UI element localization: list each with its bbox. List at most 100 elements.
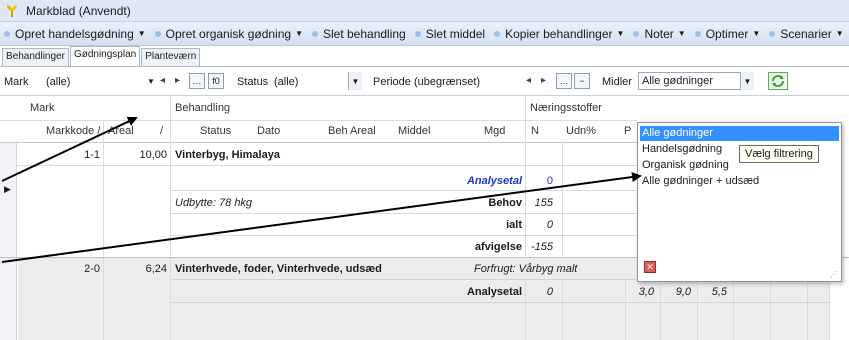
column-header-udn[interactable]: Udn% <box>566 125 596 137</box>
chevron-down-icon: ▼ <box>616 29 625 38</box>
row-divider <box>17 165 637 166</box>
row1-behov-n: 155 <box>534 197 553 209</box>
row1-crop[interactable]: Vinterbyg, Himalaya <box>175 149 280 161</box>
toolbar-item-label: Scenarier <box>780 26 832 41</box>
midler-select[interactable]: Alle gødninger <box>638 72 754 90</box>
arrow-left-icon[interactable]: ◂ <box>526 75 531 86</box>
midler-dropdown-button[interactable]: ▼ <box>740 72 754 90</box>
bullet-icon <box>633 30 640 37</box>
row2-analysetal-label: Analysetal <box>466 286 522 298</box>
column-line <box>807 279 808 340</box>
header-divider <box>0 120 637 121</box>
f0-button[interactable]: f0 <box>208 73 224 89</box>
row2-areal[interactable]: 6,24 <box>110 263 167 275</box>
column-header-sort[interactable]: / <box>160 125 163 137</box>
row2-value-3: 5,5 <box>711 286 727 298</box>
column-line <box>170 258 171 340</box>
midler-filter-label: Midler <box>602 76 632 88</box>
filter-bar: Mark (alle) ▼ ◂ ▸ … f0 Status (alle) ▼ P… <box>0 68 849 96</box>
row-divider <box>170 235 637 236</box>
bullet-icon <box>769 30 776 37</box>
close-icon[interactable]: ✕ <box>644 261 656 273</box>
resize-grip-icon[interactable]: ⋰ <box>830 270 838 279</box>
periode-ellipsis-button[interactable]: … <box>556 73 572 89</box>
bullet-icon <box>694 30 701 37</box>
row1-udbytte: Udbytte: 78 hkg <box>175 197 253 209</box>
tab-godningsplan[interactable]: Gødningsplan <box>69 46 141 66</box>
mark-filter-value[interactable]: (alle) <box>46 76 70 88</box>
row2-markkode[interactable]: 2-0 <box>60 263 100 275</box>
midler-select-value: Alle gødninger <box>642 75 713 87</box>
chevron-down-icon: ▼ <box>677 29 686 38</box>
window-title: Markblad (Anvendt) <box>26 3 131 18</box>
column-header-p[interactable]: P <box>624 125 631 137</box>
row2-analysetal-n: 0 <box>546 286 553 298</box>
opret-handelsgodning-button[interactable]: Opret handelsgødning ▼ <box>4 27 146 41</box>
markblad-window: Markblad (Anvendt) Opret handelsgødning … <box>0 0 849 340</box>
optimer-button[interactable]: Optimer ▼ <box>694 27 761 41</box>
action-toolbar: Opret handelsgødning ▼ Opret organisk gø… <box>0 22 849 46</box>
periode-filter-label: Periode <box>373 76 411 88</box>
row2-value-1: 3,0 <box>638 286 654 298</box>
row2-value-2: 9,0 <box>675 286 691 298</box>
tab-behandlinger[interactable]: Behandlinger <box>2 48 69 66</box>
toolbar-item-label: Opret handelsgødning <box>15 26 134 41</box>
column-header-areal[interactable]: Areal <box>108 125 134 137</box>
current-row-indicator-icon: ▶ <box>4 184 11 194</box>
kopier-behandlinger-button[interactable]: Kopier behandlinger ▼ <box>494 27 624 41</box>
chevron-down-icon: ▼ <box>835 29 844 38</box>
column-header-markkode[interactable]: Markkode / <box>46 125 100 137</box>
periode-filter-value[interactable]: (ubegrænset) <box>414 76 480 88</box>
scenarier-button[interactable]: Scenarier ▼ <box>769 26 844 41</box>
column-header-beh-areal[interactable]: Beh Areal <box>328 125 376 137</box>
column-line <box>697 279 698 340</box>
ellipsis-button[interactable]: … <box>189 73 205 89</box>
bullet-icon <box>312 30 318 37</box>
column-header-n[interactable]: N <box>531 125 539 137</box>
row1-areal[interactable]: 10,00 <box>110 149 167 161</box>
arrow-right-icon[interactable]: ▸ <box>175 75 180 86</box>
dropdown-option-alle-godninger[interactable]: Alle gødninger <box>640 126 839 141</box>
column-header-dato[interactable]: Dato <box>257 125 280 137</box>
refresh-icon[interactable] <box>768 72 788 90</box>
slet-behandling-button[interactable]: Slet behandling <box>312 27 406 41</box>
row1-analysetal-n[interactable]: 0 <box>527 175 553 187</box>
chevron-down-icon[interactable]: ▼ <box>147 77 155 86</box>
plant-icon <box>4 3 20 19</box>
tab-plantevaern[interactable]: Planteværn <box>141 48 201 66</box>
bullet-icon <box>154 30 161 37</box>
status-dropdown-button[interactable]: ▼ <box>348 72 362 90</box>
group-header-mark: Mark <box>30 102 55 114</box>
status-filter-value[interactable]: (alle) <box>274 76 298 88</box>
column-line <box>525 279 526 340</box>
arrow-left-icon[interactable]: ◂ <box>160 75 165 86</box>
row1-behov-label: Behov <box>488 197 522 209</box>
row-divider <box>170 190 637 191</box>
opret-organisk-godning-button[interactable]: Opret organisk gødning ▼ <box>154 26 303 41</box>
chevron-down-icon: ▼ <box>752 29 761 38</box>
toolbar-item-label: Opret organisk gødning <box>165 26 292 41</box>
column-header-status[interactable]: Status <box>200 125 231 137</box>
chevron-down-icon: ▼ <box>295 29 303 38</box>
mark-filter-label: Mark <box>4 76 29 88</box>
column-line <box>625 279 626 340</box>
toolbar-item-label: Slet behandling <box>323 26 406 41</box>
status-filter-label: Status <box>237 76 269 88</box>
periode-minus-button[interactable]: − <box>574 73 590 89</box>
column-header-middel[interactable]: Middel <box>398 125 430 137</box>
arrow-right-icon[interactable]: ▸ <box>541 75 546 86</box>
column-line <box>770 279 771 340</box>
group-header-behandling: Behandling <box>175 102 231 114</box>
row-divider <box>170 213 637 214</box>
slet-middel-button[interactable]: Slet middel <box>414 26 486 41</box>
column-line <box>562 279 563 340</box>
row2-crop[interactable]: Vinterhvede, foder, Vinterhvede, udsæd <box>175 263 382 275</box>
column-header-mgd[interactable]: Mgd <box>484 125 505 137</box>
dropdown-option-alle-godninger-udsaed[interactable]: Alle gødninger + udsæd <box>640 174 839 189</box>
noter-button[interactable]: Noter ▼ <box>633 26 686 41</box>
toolbar-item-label: Noter <box>644 26 674 41</box>
row1-markkode[interactable]: 1-1 <box>60 149 100 161</box>
bullet-icon <box>494 30 501 37</box>
toolbar-item-label: Slet middel <box>425 26 486 41</box>
column-line <box>733 279 734 340</box>
